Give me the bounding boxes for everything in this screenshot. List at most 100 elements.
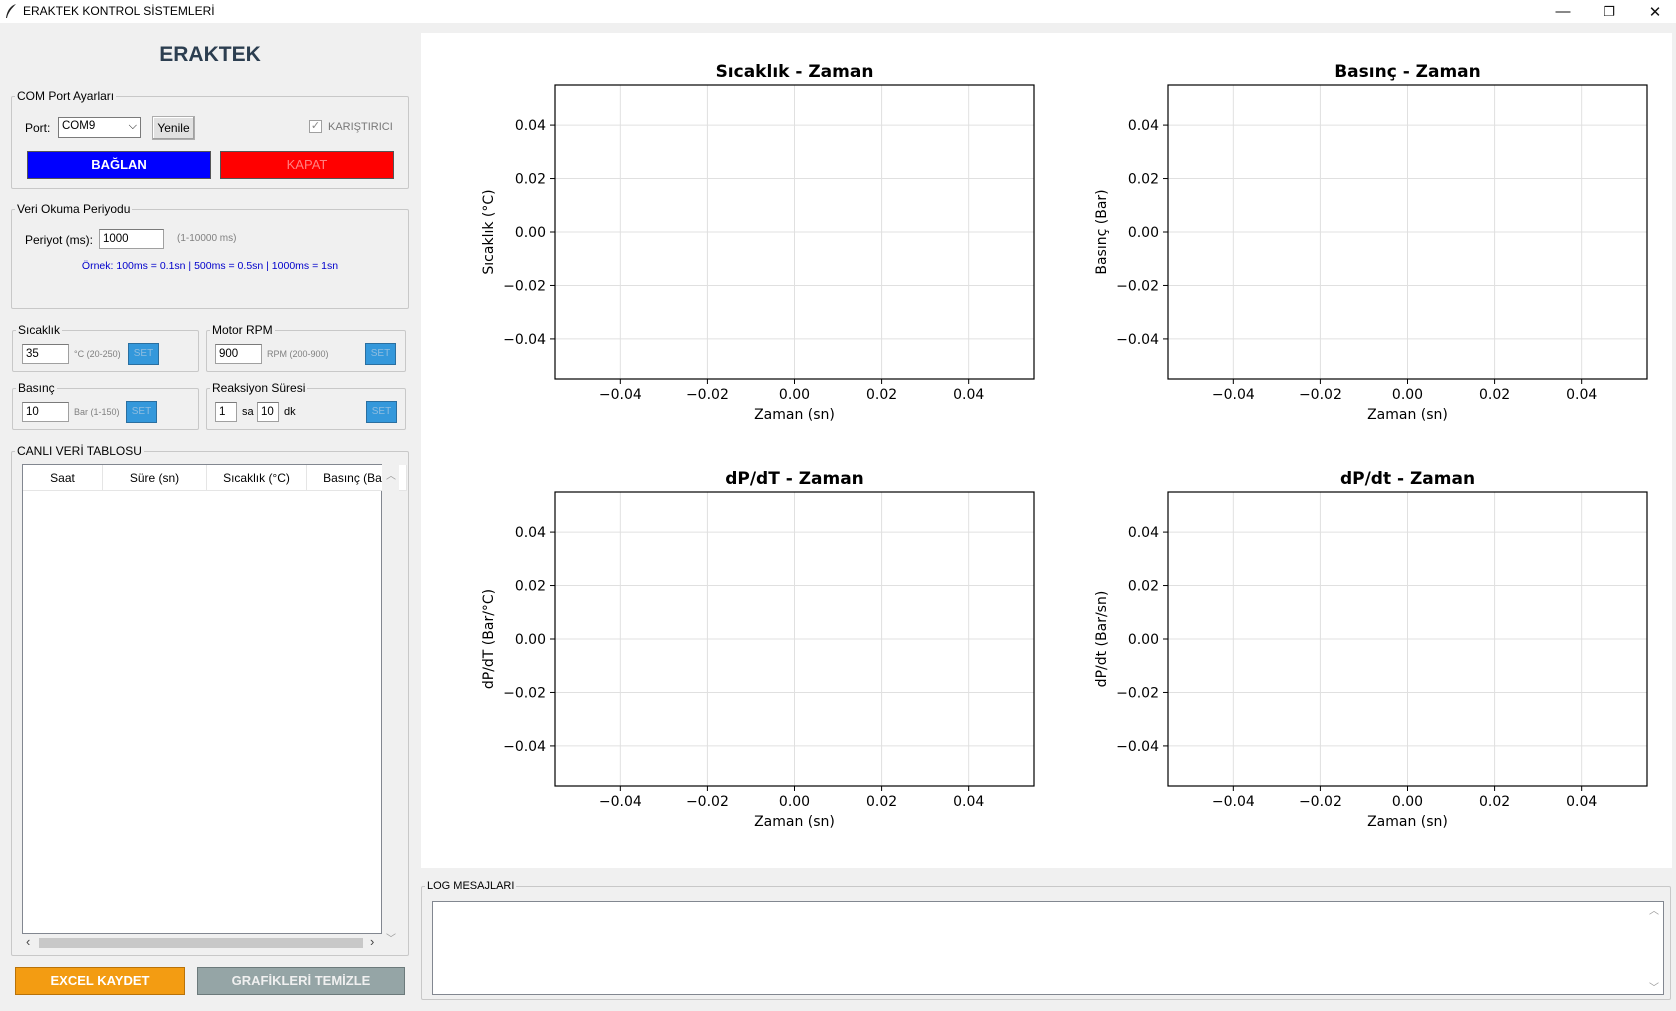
table-vertical-scrollbar[interactable]: ︿ ﹀ <box>382 464 399 951</box>
reaction-set-button[interactable]: SET <box>366 401 397 423</box>
x-tick-label: −0.02 <box>1299 387 1342 403</box>
live-data-table[interactable]: Saat Süre (sn) Sıcaklık (°C) Basınç (Bar… <box>22 464 407 934</box>
chart-area: −0.04 −0.02 0.00 0.02 0.04 0.04 0.02 0.00 −0.02 −… <box>421 33 1672 868</box>
y-tick-label: 0.02 <box>515 579 546 595</box>
temperature-input[interactable]: 35 <box>22 344 69 364</box>
x-tick-label: 0.02 <box>866 387 897 403</box>
y-tick-label: −0.02 <box>503 278 546 294</box>
x-axis-label: Zaman (sn) <box>754 407 835 423</box>
x-tick-label: 0.04 <box>1566 794 1597 810</box>
live-table-group-title: CANLI VERİ TABLOSU <box>17 444 142 458</box>
horizontal-scroll-thumb[interactable] <box>39 938 363 948</box>
y-tick-label: 0.02 <box>515 172 546 188</box>
scroll-right-icon[interactable]: › <box>370 934 374 949</box>
temperature-set-button[interactable]: SET <box>128 343 159 365</box>
refresh-button[interactable]: Yenile <box>152 116 195 140</box>
motor-rpm-input[interactable]: 900 <box>215 344 262 364</box>
chart-title: Sıcaklık - Zaman <box>716 62 874 82</box>
clear-charts-button[interactable]: GRAFİKLERİ TEMİZLE <box>197 967 405 995</box>
y-axis-label: dP/dt (Bar/sn) <box>1094 591 1110 688</box>
y-tick-label: 0.00 <box>1128 632 1159 648</box>
reaction-minutes-unit: dk <box>284 406 296 418</box>
pressure-group-title: Basınç <box>18 381 55 395</box>
y-tick-label: −0.02 <box>503 685 546 701</box>
motor-set-button[interactable]: SET <box>365 343 396 365</box>
column-header-duration[interactable]: Süre (sn) <box>103 465 207 491</box>
app-window: ERAKTEK KONTROL SİSTEMLERİ — ❐ ✕ ERAKTEK… <box>0 0 1676 1011</box>
excel-save-button[interactable]: EXCEL KAYDET <box>15 967 185 995</box>
y-tick-label: 0.04 <box>1128 525 1159 541</box>
y-tick-label: −0.04 <box>503 739 546 755</box>
x-tick-label: −0.04 <box>1212 387 1255 403</box>
y-tick-label: 0.02 <box>1128 579 1159 595</box>
motor-range-hint: RPM (200-900) <box>267 349 329 359</box>
y-axis-label: dP/dT (Bar/°C) <box>481 589 497 689</box>
x-tick-label: −0.02 <box>686 387 729 403</box>
scroll-down-icon[interactable]: ﹀ <box>386 930 396 945</box>
pressure-set-button[interactable]: SET <box>126 401 157 423</box>
mixer-checkbox[interactable]: ✓ <box>309 120 322 133</box>
minimize-icon[interactable]: — <box>1540 0 1586 23</box>
y-tick-label: −0.04 <box>1116 332 1159 348</box>
y-tick-label: 0.00 <box>515 632 546 648</box>
title-bar: ERAKTEK KONTROL SİSTEMLERİ — ❐ ✕ <box>0 0 1676 23</box>
scroll-left-icon[interactable]: ‹ <box>26 934 30 949</box>
x-tick-label: −0.02 <box>1299 794 1342 810</box>
feather-icon <box>6 4 16 18</box>
x-tick-label: 0.04 <box>953 794 984 810</box>
x-tick-label: −0.04 <box>1212 794 1255 810</box>
x-tick-label: 0.02 <box>1479 794 1510 810</box>
window-title: ERAKTEK KONTROL SİSTEMLERİ <box>23 4 215 18</box>
x-tick-label: 0.00 <box>1392 387 1423 403</box>
connect-button[interactable]: BAĞLAN <box>27 151 211 179</box>
period-group-title: Veri Okuma Periyodu <box>17 202 131 216</box>
period-label: Periyot (ms): <box>25 233 94 247</box>
x-tick-label: 0.00 <box>1392 794 1423 810</box>
table-horizontal-scrollbar[interactable]: ‹ › <box>22 934 382 951</box>
temperature-range-hint: °C (20-250) <box>74 349 121 359</box>
log-scroll-up-icon[interactable]: ︿ <box>1649 902 1659 917</box>
period-group: Veri Okuma Periyodu <box>11 202 409 309</box>
x-axis-label: Zaman (sn) <box>1367 407 1448 423</box>
restore-icon[interactable]: ❐ <box>1586 0 1632 23</box>
y-tick-label: 0.00 <box>1128 225 1159 241</box>
close-icon[interactable]: ✕ <box>1632 0 1676 23</box>
port-select[interactable]: COM9 ⌵ <box>58 117 141 138</box>
reaction-minutes-input[interactable]: 10 <box>257 402 279 422</box>
port-label: Port: <box>25 121 51 135</box>
pressure-input[interactable]: 10 <box>22 402 69 422</box>
y-tick-label: 0.04 <box>515 525 546 541</box>
log-vertical-scrollbar[interactable]: ︿ ﹀ <box>1645 902 1662 994</box>
x-axis-label: Zaman (sn) <box>754 814 835 830</box>
column-header-time[interactable]: Saat <box>23 465 103 491</box>
y-tick-label: −0.04 <box>503 332 546 348</box>
column-header-temperature[interactable]: Sıcaklık (°C) <box>207 465 307 491</box>
reaction-hours-unit: sa <box>242 406 254 418</box>
x-tick-label: 0.00 <box>779 387 810 403</box>
log-text-area[interactable] <box>432 901 1664 995</box>
y-tick-label: 0.04 <box>515 118 546 134</box>
reaction-hours-input[interactable]: 1 <box>215 402 237 422</box>
reaction-group-title: Reaksiyon Süresi <box>212 381 306 395</box>
period-range-hint: (1-10000 ms) <box>177 233 237 244</box>
scroll-up-icon[interactable]: ︿ <box>386 467 396 482</box>
com-port-group-title: COM Port Ayarları <box>17 89 115 103</box>
y-tick-label: 0.02 <box>1128 172 1159 188</box>
period-input[interactable]: 1000 <box>99 229 164 249</box>
chart-title: Basınç - Zaman <box>1334 62 1481 82</box>
chart-title: dP/dT - Zaman <box>725 469 864 489</box>
brand-title: ERAKTEK <box>159 43 261 66</box>
y-axis-label: Basınç (Bar) <box>1094 189 1110 274</box>
x-axis-label: Zaman (sn) <box>1367 814 1448 830</box>
y-tick-label: 0.04 <box>1128 118 1159 134</box>
log-scroll-down-icon[interactable]: ﹀ <box>1649 979 1659 994</box>
x-tick-label: 0.02 <box>866 794 897 810</box>
y-tick-label: 0.00 <box>515 225 546 241</box>
x-tick-label: −0.04 <box>599 387 642 403</box>
y-tick-label: −0.02 <box>1116 685 1159 701</box>
period-example: Örnek: 100ms = 0.1sn | 500ms = 0.5sn | 1… <box>81 260 339 272</box>
port-select-value: COM9 <box>62 120 96 132</box>
motor-group-title: Motor RPM <box>212 323 273 337</box>
close-port-button[interactable]: KAPAT <box>220 151 394 179</box>
x-tick-label: 0.02 <box>1479 387 1510 403</box>
